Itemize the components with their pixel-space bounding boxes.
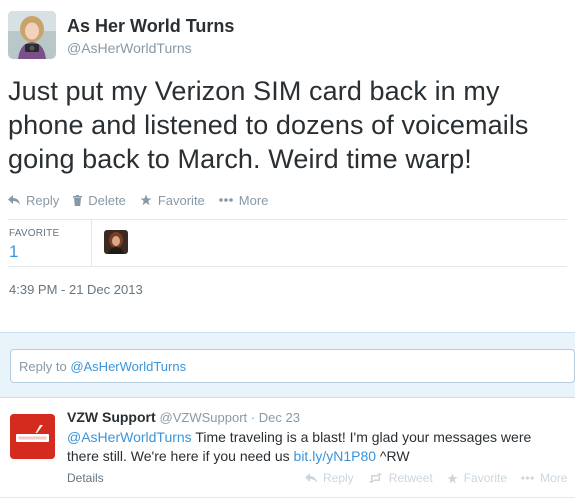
delete-button[interactable]: Delete <box>73 193 126 208</box>
more-button[interactable]: More <box>521 471 567 485</box>
short-link[interactable]: bit.ly/yN1P80 <box>294 448 376 464</box>
more-dots-icon <box>218 198 233 202</box>
star-icon <box>140 194 152 206</box>
delete-label: Delete <box>88 192 126 208</box>
reply-label: Reply <box>26 192 60 208</box>
meta-separator: · <box>247 410 259 425</box>
main-tweet: As Her World Turns @AsHerWorldTurns Just… <box>0 0 575 332</box>
favorite-stat-label[interactable]: FAVORITE <box>9 228 59 239</box>
reply-tweet-header: VZW Support @VZWSupport · Dec 23 <box>67 409 300 425</box>
author-display-name[interactable]: As Her World Turns <box>67 16 234 37</box>
tweet-actions: Reply Delete Favorite More <box>8 192 282 208</box>
reply-button[interactable]: Reply <box>8 193 59 208</box>
divider <box>8 266 567 267</box>
tweet-timestamp[interactable]: 4:39 PM - 21 Dec 2013 <box>9 282 143 297</box>
favorite-stat-count[interactable]: 1 <box>9 242 18 262</box>
reply-icon <box>8 195 20 205</box>
author-avatar[interactable] <box>8 11 56 59</box>
tweet-text: Just put my Verizon SIM card back in my … <box>8 76 529 174</box>
reply-prefix: Reply to <box>19 359 71 374</box>
reply-button[interactable]: Reply <box>305 471 354 485</box>
reply-author-handle[interactable]: @VZWSupport <box>160 410 248 425</box>
reply-tweet: VZW Support @VZWSupport · Dec 23 @AsHerW… <box>0 398 575 498</box>
favorite-label: Favorite <box>463 471 508 485</box>
more-dots-icon <box>521 476 534 480</box>
reply-mention-link[interactable]: @AsHerWorldTurns <box>67 429 192 445</box>
reply-section: Reply to @AsHerWorldTurns <box>0 332 575 398</box>
favoriter-avatar[interactable] <box>104 230 128 254</box>
favorite-button[interactable]: Favorite <box>447 471 507 485</box>
tweet-stats: FAVORITE 1 <box>8 220 567 266</box>
reply-icon <box>305 473 317 483</box>
reply-signature: ^RW <box>376 448 410 464</box>
more-button[interactable]: More <box>218 192 269 208</box>
reply-tweet-text: @AsHerWorldTurns Time traveling is a bla… <box>67 428 557 466</box>
reply-tweet-actions: Reply Retweet Favorite More <box>305 471 567 485</box>
retweet-icon <box>368 473 382 483</box>
favorite-label: Favorite <box>157 192 205 208</box>
reply-date[interactable]: Dec 23 <box>259 410 300 425</box>
retweet-button[interactable]: Retweet <box>368 471 433 485</box>
trash-icon <box>73 194 83 206</box>
retweet-label: Retweet <box>388 471 433 485</box>
details-link[interactable]: Details <box>67 471 104 485</box>
favorite-button[interactable]: Favorite <box>140 193 205 208</box>
reply-label: Reply <box>323 471 354 485</box>
star-icon <box>447 472 458 483</box>
reply-mention: @AsHerWorldTurns <box>70 359 187 374</box>
reply-input[interactable]: Reply to @AsHerWorldTurns <box>10 349 575 383</box>
reply-author-name[interactable]: VZW Support <box>67 409 156 425</box>
more-label: More <box>238 192 269 208</box>
verizon-logo-avatar[interactable] <box>10 414 55 459</box>
more-label: More <box>540 471 568 485</box>
author-screen-name[interactable]: @AsHerWorldTurns <box>67 40 192 56</box>
stat-separator <box>91 220 92 266</box>
